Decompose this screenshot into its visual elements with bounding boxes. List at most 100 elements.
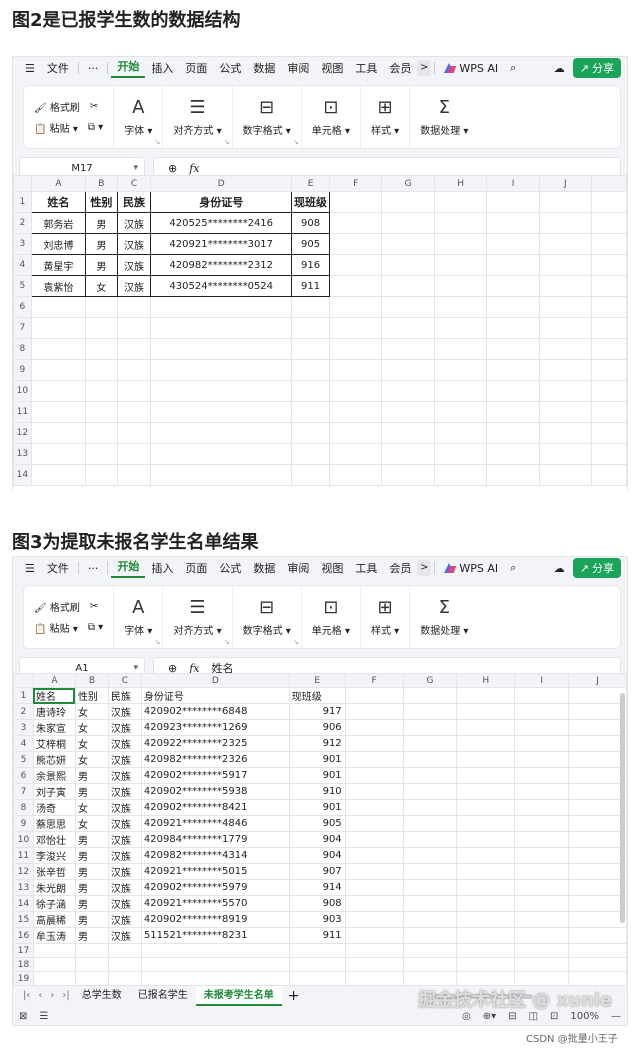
table-cell[interactable] xyxy=(486,359,540,381)
menu-tab-view[interactable]: 视图 xyxy=(315,560,349,576)
menu-tab-view[interactable]: 视图 xyxy=(315,60,349,76)
table-cell[interactable] xyxy=(456,687,516,704)
table-cell[interactable] xyxy=(116,422,152,444)
column-header[interactable]: I xyxy=(514,673,570,688)
table-cell[interactable]: 刘忠博 xyxy=(30,233,87,255)
table-cell[interactable] xyxy=(344,863,404,880)
table-cell[interactable] xyxy=(433,338,488,360)
table-cell[interactable]: 邓怡壮 xyxy=(32,831,76,848)
table-cell[interactable] xyxy=(30,296,87,318)
table-cell[interactable]: 908 xyxy=(288,895,346,912)
table-cell[interactable]: 男 xyxy=(74,879,109,896)
table-cell[interactable] xyxy=(402,703,458,720)
table-cell[interactable]: 907 xyxy=(288,863,346,880)
table-cell[interactable] xyxy=(568,895,627,912)
table-cell[interactable]: 905 xyxy=(288,815,346,832)
table-cell[interactable]: 男 xyxy=(74,767,109,784)
table-cell[interactable] xyxy=(150,359,293,381)
table-cell[interactable] xyxy=(514,751,570,768)
column-header[interactable]: H xyxy=(433,175,488,192)
table-cell[interactable] xyxy=(568,863,627,880)
menu-tab-formula[interactable]: 公式 xyxy=(213,560,247,576)
row-header[interactable]: 3 xyxy=(13,233,32,255)
wps-ai-button[interactable]: WPS AI xyxy=(438,62,504,75)
zoom-level[interactable]: 100% xyxy=(570,1011,599,1022)
menu-tab-data[interactable]: 数据 xyxy=(247,560,281,576)
table-cell[interactable] xyxy=(30,422,87,444)
table-cell[interactable] xyxy=(344,957,404,972)
table-cell[interactable] xyxy=(538,212,593,234)
table-cell[interactable] xyxy=(107,957,142,972)
table-cell[interactable]: 男 xyxy=(74,783,109,800)
table-cell[interactable]: 高晨稀 xyxy=(32,911,76,928)
column-header[interactable]: E xyxy=(291,175,330,192)
table-cell[interactable]: 黄星宇 xyxy=(30,254,87,276)
table-cell[interactable]: 905 xyxy=(291,233,330,255)
column-header[interactable]: J xyxy=(538,175,593,192)
table-cell[interactable]: 男 xyxy=(85,212,118,234)
table-cell[interactable] xyxy=(344,971,404,985)
menu-file[interactable]: 文件 xyxy=(41,560,75,576)
table-cell[interactable]: 904 xyxy=(288,831,346,848)
table-cell[interactable] xyxy=(486,380,540,402)
table-cell[interactable] xyxy=(32,943,76,958)
table-cell[interactable] xyxy=(291,296,330,318)
next-sheet-icon[interactable]: › xyxy=(46,990,58,1001)
table-cell[interactable]: 汉族 xyxy=(107,719,142,736)
data-processing-group[interactable]: Σ 数据处理 ▾ xyxy=(409,586,478,648)
table-cell[interactable] xyxy=(486,317,540,339)
table-cell[interactable]: 民族 xyxy=(116,191,152,213)
table-cell[interactable] xyxy=(486,338,540,360)
table-cell[interactable] xyxy=(344,879,404,896)
add-sheet-icon[interactable]: + xyxy=(282,988,306,1004)
table-cell[interactable] xyxy=(456,799,516,816)
table-cell[interactable] xyxy=(456,911,516,928)
row-header[interactable]: 16 xyxy=(13,927,34,944)
number-format-group[interactable]: ⊟ 数字格式 ▾ ↘ xyxy=(231,586,301,648)
table-cell[interactable]: 身份证号 xyxy=(150,191,293,213)
row-header[interactable]: 5 xyxy=(13,751,34,768)
chevron-right-icon[interactable]: > xyxy=(417,560,432,576)
table-cell[interactable] xyxy=(514,943,570,958)
row-header[interactable]: 14 xyxy=(13,464,32,486)
table-cell[interactable] xyxy=(344,767,404,784)
row-header[interactable]: 8 xyxy=(13,338,32,360)
row-header[interactable]: 2 xyxy=(13,212,32,234)
table-cell[interactable] xyxy=(381,212,435,234)
table-cell[interactable]: 袁紫怡 xyxy=(30,275,87,297)
table-cell[interactable] xyxy=(402,863,458,880)
table-cell[interactable] xyxy=(402,783,458,800)
table-cell[interactable] xyxy=(486,212,540,234)
table-cell[interactable] xyxy=(456,863,516,880)
table-cell[interactable] xyxy=(514,895,570,912)
normal-view-icon[interactable]: ⊟ xyxy=(508,1011,516,1022)
table-cell[interactable] xyxy=(433,380,488,402)
table-cell[interactable]: 汉族 xyxy=(107,911,142,928)
table-cell[interactable] xyxy=(150,401,293,423)
table-cell[interactable] xyxy=(85,296,118,318)
table-cell[interactable] xyxy=(514,767,570,784)
table-cell[interactable] xyxy=(344,815,404,832)
table-cell[interactable]: 男 xyxy=(74,831,109,848)
table-cell[interactable]: 420982********2326 xyxy=(140,751,290,768)
table-cell[interactable] xyxy=(140,971,290,985)
table-cell[interactable]: 男 xyxy=(85,233,118,255)
paste-button[interactable]: 📋 粘贴 ▾ xyxy=(34,120,78,135)
table-cell[interactable] xyxy=(433,359,488,381)
table-cell[interactable] xyxy=(85,380,118,402)
table-cell[interactable]: 身份证号 xyxy=(140,687,290,704)
table-cell[interactable] xyxy=(85,338,118,360)
zoom-out-icon[interactable]: — xyxy=(611,1011,621,1022)
table-cell[interactable]: 熊芯妍 xyxy=(32,751,76,768)
format-painter-button[interactable]: 🖌 格式刷 xyxy=(34,599,80,614)
cell-group[interactable]: ⊡ 单元格 ▾ xyxy=(300,86,360,148)
table-cell[interactable] xyxy=(344,735,404,752)
table-cell[interactable] xyxy=(538,233,593,255)
table-cell[interactable]: 420982********4314 xyxy=(140,847,290,864)
table-cell[interactable] xyxy=(344,783,404,800)
table-cell[interactable]: 901 xyxy=(288,767,346,784)
table-cell[interactable]: 917 xyxy=(288,703,346,720)
vertical-scrollbar[interactable] xyxy=(620,693,625,923)
table-cell[interactable] xyxy=(116,443,152,465)
menu-file[interactable]: 文件 xyxy=(41,60,75,76)
